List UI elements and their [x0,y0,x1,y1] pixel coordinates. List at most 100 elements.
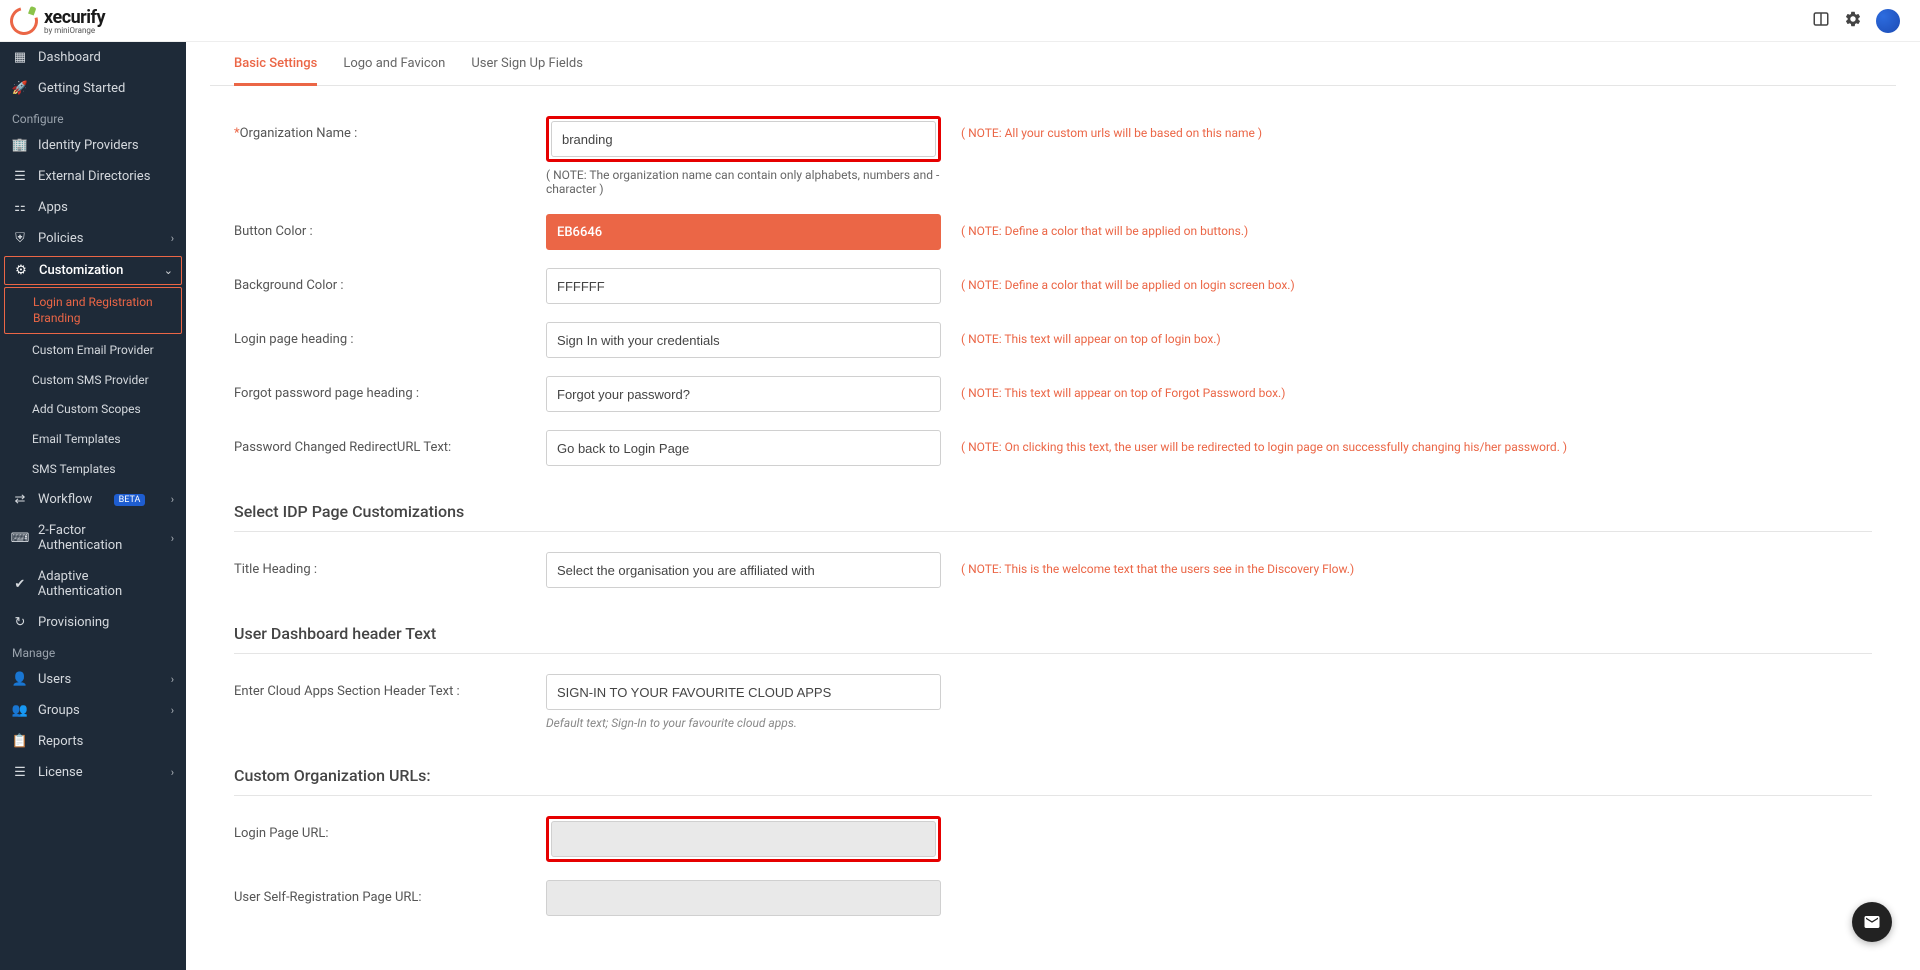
sidebar-item-license[interactable]: ☰ License › [0,757,186,788]
note-org-name: ( NOTE: All your custom urls will be bas… [961,116,1872,140]
group-icon: 👥 [12,703,28,718]
chevron-right-icon: › [171,704,174,717]
row-button-color: Button Color : EB6646 ( NOTE: Define a c… [234,214,1872,250]
sidebar-label: Adaptive Authentication [38,569,174,599]
chat-fab[interactable] [1852,902,1892,942]
sidebar-item-reports[interactable]: 📋 Reports [0,726,186,757]
palette-icon: ⚙ [13,263,29,278]
chevron-right-icon: › [171,493,174,506]
note-forgot-heading: ( NOTE: This text will appear on top of … [961,376,1872,400]
input-org-name[interactable] [551,121,936,157]
subitem-custom-sms-provider[interactable]: Custom SMS Provider [0,366,186,396]
label-title-heading: Title Heading : [234,552,546,577]
label-org-name: *Organization Name : [234,116,546,141]
sidebar-item-2fa[interactable]: ⌨ 2-Factor Authentication › [0,515,186,561]
note-pwd-redirect: ( NOTE: On clicking this text, the user … [961,430,1872,454]
highlight-org-name [546,116,941,162]
subitem-email-templates[interactable]: Email Templates [0,425,186,455]
tab-basic-settings[interactable]: Basic Settings [234,56,317,86]
sidebar-label: Users [38,672,71,687]
input-title-heading[interactable] [546,552,941,588]
sidebar-label: Workflow [38,492,92,507]
input-button-color[interactable]: EB6646 [546,214,941,250]
row-cloud-apps: Enter Cloud Apps Section Header Text : D… [234,674,1872,730]
subitem-login-registration-branding[interactable]: Login and Registration Branding [4,287,182,334]
tabs: Basic Settings Logo and Favicon User Sig… [210,42,1896,86]
input-self-reg-url[interactable] [546,880,941,916]
chevron-right-icon: › [171,766,174,779]
sidebar-item-getting-started[interactable]: 🚀 Getting Started [0,73,186,104]
sidebar-label: Policies [38,231,83,246]
sidebar-label: Groups [38,703,80,718]
row-forgot-heading: Forgot password page heading : ( NOTE: T… [234,376,1872,412]
sidebar-label: License [38,765,83,780]
sidebar-label: Identity Providers [38,138,139,153]
brand-name: xecurify [44,7,105,28]
clipboard-icon: 📋 [12,734,28,749]
header-actions [1812,9,1900,33]
workflow-icon: ⇄ [12,492,28,507]
top-header: xecurify by miniOrange [0,0,1920,42]
grid-icon: ⚏ [12,200,28,215]
input-login-heading[interactable] [546,322,941,358]
tab-user-signup-fields[interactable]: User Sign Up Fields [471,56,583,85]
subnote-org-name: ( NOTE: The organization name can contai… [546,168,941,196]
input-login-url[interactable] [551,821,936,857]
label-bg-color: Background Color : [234,268,546,293]
label-login-url: Login Page URL: [234,816,546,841]
label-login-heading: Login page heading : [234,322,546,347]
list-icon: ☰ [12,169,28,184]
sidebar-label: Apps [38,200,68,215]
sidebar-item-groups[interactable]: 👥 Groups › [0,695,186,726]
section-dashboard-header: User Dashboard header Text [234,606,1872,654]
mail-icon [1863,913,1881,931]
customization-subnav: Login and Registration Branding Custom E… [0,287,186,484]
input-pwd-redirect[interactable] [546,430,941,466]
sidebar-item-customization[interactable]: ⚙ Customization ⌄ [4,256,182,285]
sidebar-item-apps[interactable]: ⚏ Apps [0,192,186,223]
sidebar-item-dashboard[interactable]: ▦ Dashboard [0,42,186,73]
sidebar-item-external-directories[interactable]: ☰ External Directories [0,161,186,192]
avatar[interactable] [1876,9,1900,33]
brand-subtext: by miniOrange [44,26,95,35]
subitem-sms-templates[interactable]: SMS Templates [0,455,186,485]
section-configure: Configure [0,104,186,130]
label-pwd-redirect: Password Changed RedirectURL Text: [234,430,546,455]
chevron-right-icon: › [171,532,174,545]
license-icon: ☰ [12,765,28,780]
sidebar-item-provisioning[interactable]: ↻ Provisioning [0,607,186,638]
row-pwd-redirect: Password Changed RedirectURL Text: ( NOT… [234,430,1872,466]
sidebar: ▦ Dashboard 🚀 Getting Started Configure … [0,42,186,970]
sidebar-item-workflow[interactable]: ⇄ Workflow BETA › [0,484,186,515]
panel-icon[interactable] [1812,10,1830,32]
row-login-url: Login Page URL: [234,816,1872,862]
sidebar-item-users[interactable]: 👤 Users › [0,664,186,695]
note-button-color: ( NOTE: Define a color that will be appl… [961,214,1872,238]
dashboard-icon: ▦ [12,50,28,65]
subitem-custom-email-provider[interactable]: Custom Email Provider [0,336,186,366]
gear-icon[interactable] [1844,10,1862,32]
input-forgot-heading[interactable] [546,376,941,412]
tab-logo-favicon[interactable]: Logo and Favicon [343,56,445,85]
sidebar-item-adaptive-auth[interactable]: ✔ Adaptive Authentication [0,561,186,607]
sidebar-item-policies[interactable]: ⛨ Policies › [0,223,186,254]
shield-check-icon: ✔ [12,577,28,592]
subitem-add-custom-scopes[interactable]: Add Custom Scopes [0,395,186,425]
input-cloud-apps[interactable] [546,674,941,710]
form-area: *Organization Name : ( NOTE: The organiz… [186,86,1920,964]
label-self-reg-url: User Self-Registration Page URL: [234,880,546,905]
highlight-login-url [546,816,941,862]
row-org-name: *Organization Name : ( NOTE: The organiz… [234,116,1872,196]
input-bg-color[interactable] [546,268,941,304]
label-forgot-heading: Forgot password page heading : [234,376,546,401]
sidebar-item-identity-providers[interactable]: 🏢 Identity Providers [0,130,186,161]
sidebar-label: Customization [39,263,123,278]
note-title-heading: ( NOTE: This is the welcome text that th… [961,552,1872,576]
logo[interactable]: xecurify by miniOrange [10,7,105,35]
chevron-right-icon: › [171,673,174,686]
shield-icon: ⛨ [12,231,28,246]
section-idp: Select IDP Page Customizations [234,484,1872,532]
note-bg-color: ( NOTE: Define a color that will be appl… [961,268,1872,292]
row-bg-color: Background Color : ( NOTE: Define a colo… [234,268,1872,304]
row-title-heading: Title Heading : ( NOTE: This is the welc… [234,552,1872,588]
